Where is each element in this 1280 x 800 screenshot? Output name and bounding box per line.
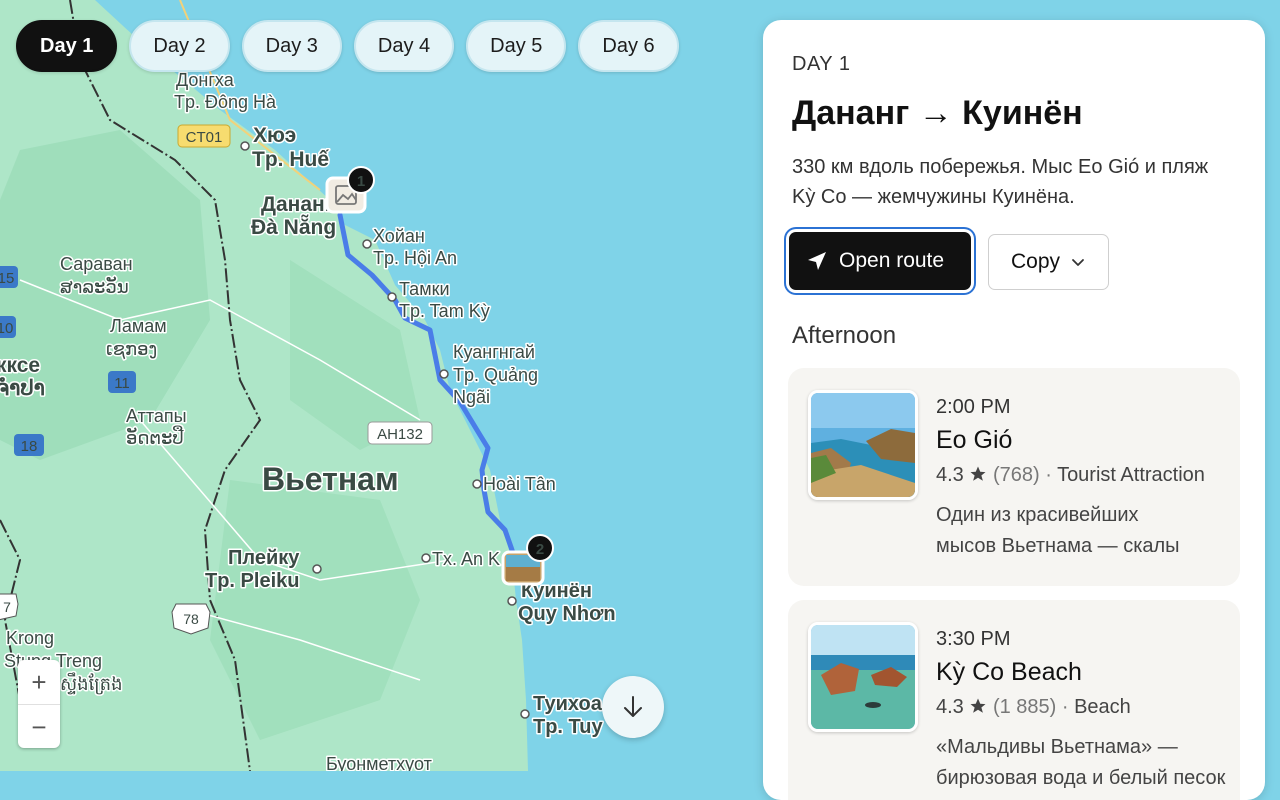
copy-dropdown-button[interactable]: Copy [988, 234, 1109, 290]
map-label: Куангнгай [453, 342, 535, 362]
zoom-in-button[interactable]: + [18, 660, 60, 705]
road-badge: 15 [0, 266, 18, 288]
map-label: Tp. Tuy [533, 716, 603, 738]
svg-text:AH132: AH132 [377, 426, 423, 443]
map-label: Дананг [261, 193, 334, 216]
map-label: ເຊກອງ [106, 339, 157, 360]
map-label: Тамки [399, 279, 450, 299]
map-label: Донгха [176, 70, 235, 90]
chevron-down-icon [1072, 259, 1084, 266]
stop-name: Eo Gió [936, 426, 1013, 454]
stop-reviews: (1 885) [992, 696, 1057, 718]
svg-text:7: 7 [3, 599, 11, 615]
tab-day-2[interactable]: Day 2 [129, 20, 230, 72]
zoom-out-button[interactable]: − [18, 705, 60, 749]
tab-day-3[interactable]: Day 3 [241, 20, 342, 72]
map-label: Hoài Tân [483, 474, 556, 494]
map-label: Хойан [373, 226, 425, 246]
stop-description: «Мальдивы Вьетнама» — бирюзовая вода и б… [936, 736, 1226, 789]
map-label: Буонметхуот [326, 754, 432, 771]
navigation-arrow-icon [808, 252, 826, 270]
stop-card[interactable]: 2:00 PM Eo Gió 4.3 (768) · Tourist Attra… [788, 368, 1240, 586]
road-badge: 10 [0, 316, 16, 338]
svg-text:CT01: CT01 [186, 129, 223, 146]
day-tabs: Day 1 Day 2 Day 3 Day 4 Day 5 Day 6 [16, 20, 679, 72]
map-label: Tp. Hội An [373, 248, 457, 268]
map-label: ស្ទឹងត្រែង [60, 672, 123, 695]
map-label: Сараван [60, 254, 133, 274]
copy-label: Copy [1010, 250, 1061, 273]
map-label: Tp. Huế [252, 148, 329, 171]
map-label: ຈຳປາ [0, 376, 45, 400]
svg-text:11: 11 [114, 375, 130, 392]
tab-day-4[interactable]: Day 4 [353, 20, 455, 72]
open-route-label: Open route [839, 249, 945, 272]
road-badge: 7 [0, 593, 19, 621]
stop-category: Beach [1074, 696, 1131, 718]
map-label-country: Вьетнам [262, 461, 399, 497]
stop-card[interactable]: 3:30 PM Kỳ Co Beach 4.3 (1 885) · Beach … [788, 600, 1240, 800]
stop-category: Tourist Attraction [1057, 464, 1205, 486]
map-label: Ngãi [453, 387, 490, 407]
stop-name: Kỳ Co Beach [936, 658, 1082, 686]
map-label: Туихоа [533, 693, 603, 715]
map-label: Tp. Tam Kỳ [399, 301, 490, 321]
stop-meta: 4.3 (768) · Tourist Attraction [936, 464, 1205, 486]
map-label: Хюэ [253, 124, 296, 147]
stop-description: Один из красивейших мысов Вьетнама — ска… [936, 504, 1180, 557]
map-label: Tp. Quảng [453, 365, 538, 385]
map-label: ສາລະວັນ [60, 275, 129, 297]
stop-photo [808, 390, 918, 500]
map-label: Аттапы [126, 406, 187, 426]
arrow-down-icon [624, 696, 642, 717]
map-label: Tp. Đông Hà [174, 92, 277, 112]
svg-text:2: 2 [536, 541, 544, 558]
day-label: DAY 1 [792, 53, 851, 75]
svg-text:15: 15 [0, 270, 14, 287]
stop-photo [808, 622, 918, 732]
tab-day-5[interactable]: Day 5 [466, 20, 567, 72]
map-label: Krong [6, 628, 54, 648]
stop-reviews: (768) [992, 464, 1040, 486]
map-label: Плейку [228, 547, 300, 569]
svg-text:18: 18 [21, 438, 38, 455]
map-label: Tx. An K [432, 549, 500, 569]
stop-time: 2:00 PM [936, 396, 1011, 418]
map-label: ອັດຕະປື [126, 425, 184, 448]
svg-text:78: 78 [183, 611, 199, 627]
star-icon [970, 698, 986, 713]
stop-meta: 4.3 (1 885) · Beach [936, 696, 1131, 718]
stop-rating: 4.3 [936, 696, 964, 718]
map-label: Ламам [110, 316, 167, 336]
road-badge: 78 [171, 603, 211, 635]
map-label: Đà Nẵng [251, 215, 336, 239]
star-icon [970, 466, 986, 481]
road-badge: 18 [14, 434, 44, 456]
road-badge: 11 [108, 371, 136, 393]
map-label: Tp. Pleiku [205, 570, 299, 592]
day-panel: DAY 1 Дананг → Куинён 330 км вдоль побер… [763, 20, 1265, 800]
scroll-down-button[interactable] [602, 676, 664, 738]
tab-day-1[interactable]: Day 1 [16, 20, 118, 72]
stop-time: 3:30 PM [936, 628, 1011, 650]
tab-day-6[interactable]: Day 6 [578, 20, 679, 72]
stop-rating: 4.3 [936, 464, 964, 486]
road-badge: AH132 [367, 421, 433, 445]
svg-text:1: 1 [357, 173, 365, 190]
map-label: кксе [0, 354, 40, 377]
map-label: Quy Nhơn [518, 603, 616, 625]
open-route-button[interactable]: Open route [789, 232, 971, 290]
road-badge: CT01 [177, 124, 231, 148]
day-title: Дананг → Куинён [792, 94, 1083, 132]
section-heading: Afternoon [792, 322, 897, 349]
svg-text:10: 10 [0, 320, 13, 337]
day-description: 330 км вдоль побережья. Мыс Eo Gió и пля… [792, 156, 1209, 208]
zoom-controls: + − [18, 660, 60, 748]
